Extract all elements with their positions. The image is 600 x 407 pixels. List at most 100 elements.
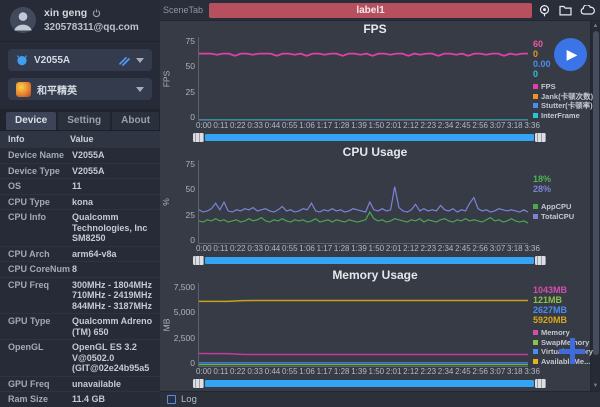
table-row: CPU Type kona [0, 193, 160, 210]
x-axis-ticks: 0:00 0:11 0:22 0:33 0:44 0:55 1:06 1:17 1:28 1:39… [196, 367, 540, 377]
scrollbar-grip-left[interactable] [193, 378, 204, 388]
device-select[interactable]: V2055A [8, 49, 152, 71]
chart-title: Memory Usage [332, 268, 418, 282]
fps-side-panel: ▶ 60 0 0.00 0 FPS Jank(卡顿次数) Stutter(卡顿率) Inte… [528, 37, 593, 121]
legend-swatch [533, 213, 538, 219]
x-tick-label: 0:22 [230, 121, 246, 130]
value-cell: OpenGL ES 3.2 V@0502.0 (GIT@02e24b95a5 [72, 342, 150, 373]
game-select[interactable]: 和平精英 [8, 78, 152, 100]
scrollbar-grip-right[interactable] [535, 378, 546, 388]
cloud-icon[interactable] [580, 5, 595, 15]
x-tick-label: 0:55 [281, 244, 298, 253]
y-axis-label: % [161, 198, 171, 206]
value-cell: unavailable [72, 378, 122, 389]
x-tick-label: 3:36 [524, 244, 540, 253]
memory-side-panel: 1043MB 121MB 2627MB 5920MB Memory SwapMemory… [528, 283, 593, 367]
x-tick-label: 0:00 [196, 121, 212, 130]
legend-swatch [533, 103, 538, 109]
user-email: 320578311@qq.com [44, 22, 139, 33]
x-tick-label: 2:34 [437, 244, 454, 253]
x-tick-label: 2:12 [403, 121, 419, 130]
scrollbar-grip-right[interactable] [535, 255, 546, 265]
scrollbar-grip-left[interactable] [193, 132, 204, 142]
add-marker-plus-icon[interactable] [559, 338, 585, 364]
legend-label: AppCPU [541, 202, 572, 211]
x-tick-label: 2:34 [437, 121, 454, 130]
column-header: Value [70, 134, 94, 144]
chart-title: FPS [363, 22, 387, 36]
log-checkbox[interactable] [167, 395, 176, 404]
legend-label: TotalCPU [541, 211, 575, 221]
x-tick-label: 3:07 [489, 244, 506, 253]
scrollbar-grip-left[interactable] [193, 255, 204, 265]
value-cell: Qualcomm Technologies, Inc SM8250 [72, 212, 148, 243]
value-cell: 300MHz - 1804MHz 710MHz - 2419MHz 844MHz… [72, 279, 153, 311]
y-axis-label: FPS [161, 70, 171, 88]
x-tick-label: 2:56 [472, 244, 488, 253]
table-row: CPU Info Qualcomm Technologies, Inc SM825… [0, 209, 160, 246]
y-tick-label: 0 [190, 234, 195, 245]
legend-swatch [533, 84, 538, 90]
cpu-scrollbar[interactable] [193, 255, 546, 265]
log-label: Log [181, 394, 197, 405]
x-tick-label: 0:33 [247, 121, 263, 130]
current-value: 121MB [533, 295, 563, 305]
scene-label[interactable]: label1 [209, 2, 532, 18]
scrollbar-track[interactable] [205, 133, 534, 141]
current-value: 1043MB [533, 285, 568, 295]
scrollbar-track[interactable] [205, 256, 534, 264]
fps-scrollbar[interactable] [193, 132, 546, 142]
series-TotalCPU [199, 187, 528, 212]
tab-device[interactable]: Device [6, 112, 57, 130]
memory-plot[interactable] [198, 283, 528, 367]
y-tick-label: 50 [185, 61, 195, 72]
info-cell: OS [8, 181, 22, 191]
x-axis-ticks: 0:00 0:11 0:22 0:33 0:44 0:55 1:06 1:17 1:28 1:39… [196, 244, 540, 254]
x-tick-label: 3:18 [507, 244, 523, 253]
x-tick-label: 0:33 [247, 367, 263, 376]
memory-scrollbar[interactable] [193, 378, 546, 388]
tab-about[interactable]: About [112, 112, 160, 130]
scrollbar-track[interactable] [205, 379, 534, 387]
x-tick-label: 1:50 [368, 244, 385, 253]
table-row: GPU Freq unavailable [0, 375, 160, 392]
fps-legend: FPS Jank(卡顿次数) Stutter(卡顿率) InterFrame [533, 82, 593, 120]
scrollbar-grip-right[interactable] [535, 132, 546, 142]
scene-label-text: label1 [356, 4, 385, 16]
info-cell: OpenGL [8, 342, 44, 352]
vertical-scrollbar[interactable]: ▲ ▼ [590, 21, 600, 391]
x-tick-label: 0:11 [213, 244, 229, 253]
tab-setting[interactable]: Setting [58, 112, 111, 130]
scene-tab-label[interactable]: SceneTab [163, 5, 203, 15]
scroll-down-icon[interactable]: ▼ [593, 382, 599, 390]
info-cell: GPU Type [8, 316, 51, 326]
chevron-down-icon [136, 86, 144, 92]
x-tick-label: 3:18 [507, 367, 523, 376]
cpu-plot[interactable] [198, 160, 528, 244]
x-tick-label: 2:23 [420, 244, 437, 253]
current-value: 28% [533, 184, 552, 194]
x-tick-label: 1:39 [351, 121, 367, 130]
logout-power-icon[interactable] [92, 8, 101, 18]
edit-pen-icon[interactable] [118, 54, 130, 66]
folder-icon[interactable] [559, 5, 572, 16]
scroll-up-icon[interactable]: ▲ [593, 22, 599, 30]
x-tick-label: 1:17 [316, 367, 333, 376]
app-window: xin geng 320578311@qq.com V2055A 和平精英 De… [0, 0, 600, 407]
series-AvailableMemory [199, 300, 528, 301]
x-tick-label: 0:55 [281, 367, 298, 376]
x-tick-label: 1:17 [316, 121, 333, 130]
table-row: OpenGL OpenGL ES 3.2 V@0502.0 (GIT@02e24b… [0, 339, 160, 376]
x-tick-label: 2:45 [455, 121, 471, 130]
x-tick-label: 1:28 [333, 244, 350, 253]
fps-plot[interactable] [198, 37, 528, 121]
legend-item: AppCPU [533, 202, 590, 212]
scrollbar-thumb[interactable] [592, 31, 599, 355]
legend-label: FPS [541, 82, 556, 91]
table-row: CPU Freq 300MHz - 1804MHz 710MHz - 2419MH… [0, 276, 160, 314]
location-icon[interactable] [538, 4, 551, 17]
x-tick-label: 1:50 [368, 121, 385, 130]
x-tick-label: 2:23 [420, 121, 437, 130]
legend-item: FPS [533, 82, 590, 92]
play-button[interactable]: ▶ [554, 38, 587, 71]
